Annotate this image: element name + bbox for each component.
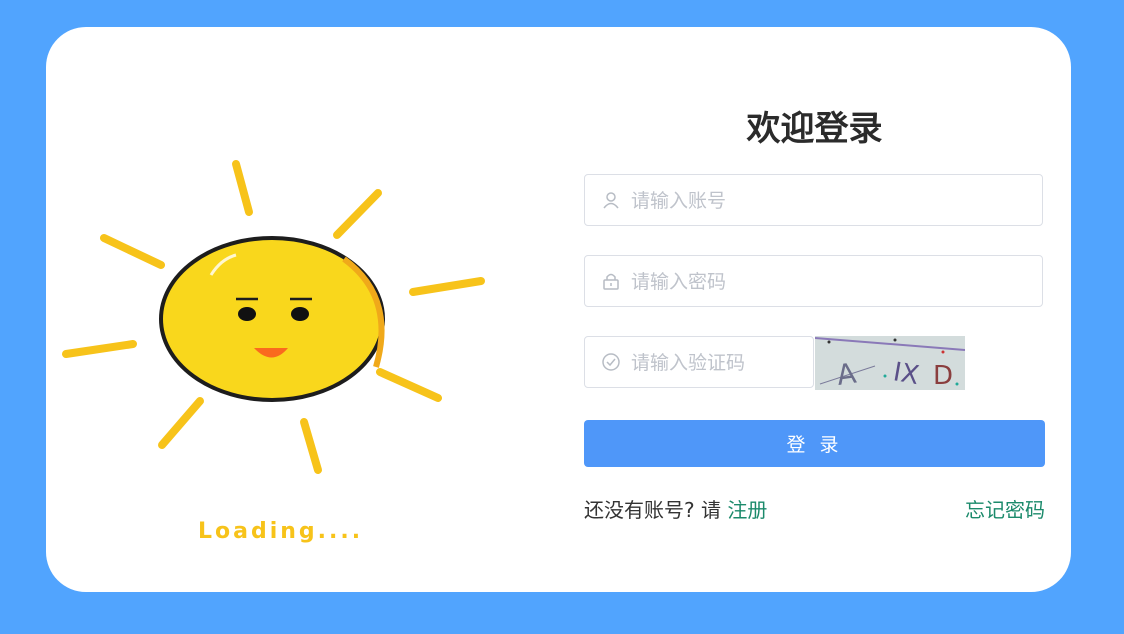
captcha-char: IX (891, 357, 921, 390)
captcha-input[interactable] (629, 337, 813, 389)
user-icon (603, 192, 619, 209)
register-link[interactable]: 注册 (727, 498, 767, 522)
login-card: Loading.... 欢迎登录 请输入账号 请输入验证码 A IX D 登 录… (46, 27, 1071, 592)
loading-text: Loading.... (198, 519, 364, 544)
captcha-char: D (933, 361, 953, 390)
sun-illustration: Loading.... (46, 27, 546, 592)
lock-icon (603, 273, 619, 290)
sun-image (62, 160, 485, 474)
login-button[interactable]: 登 录 (584, 420, 1045, 467)
username-field[interactable] (584, 174, 1043, 227)
password-input[interactable] (629, 256, 1033, 308)
captcha-field[interactable] (584, 336, 814, 389)
username-input[interactable] (629, 175, 1033, 227)
password-field[interactable] (584, 255, 1043, 308)
page-title: 欢迎登录 (746, 109, 883, 149)
captcha-image[interactable]: A IX D (814, 336, 966, 392)
captcha-code-image: A IX D (814, 337, 966, 392)
check-circle-icon (602, 353, 620, 371)
bottom-links: 还没有账号? 请 注册 忘记密码 (584, 494, 1045, 523)
captcha-char: A (835, 357, 859, 390)
forgot-password-link[interactable]: 忘记密码 (965, 494, 1045, 523)
register-prompt: 还没有账号? 请 (584, 498, 721, 522)
